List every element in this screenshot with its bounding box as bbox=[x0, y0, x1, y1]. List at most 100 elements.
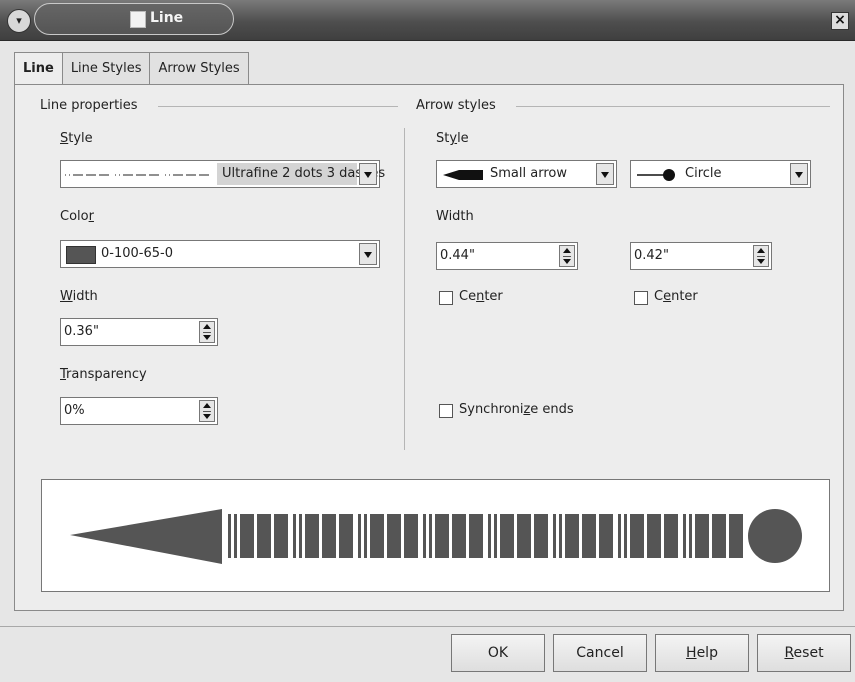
divider bbox=[516, 106, 830, 107]
dash-segment bbox=[452, 514, 466, 558]
dash-segment bbox=[553, 514, 556, 558]
cancel-button[interactable]: Cancel bbox=[553, 634, 647, 672]
dash-segment bbox=[339, 514, 353, 558]
chevron-down-icon[interactable] bbox=[359, 243, 377, 265]
chevron-down-icon[interactable] bbox=[596, 163, 614, 185]
color-swatch bbox=[66, 246, 96, 264]
dash-segment bbox=[582, 514, 596, 558]
window-title: Line bbox=[150, 10, 184, 26]
help-button[interactable]: Help bbox=[655, 634, 749, 672]
dash-segment bbox=[647, 514, 661, 558]
dash-segment bbox=[559, 514, 562, 558]
arrow-width-label: Width bbox=[436, 209, 474, 224]
dash-segment bbox=[517, 514, 531, 558]
dash-segment bbox=[299, 514, 302, 558]
end-arrow-width-field[interactable]: 0.42" bbox=[630, 242, 772, 270]
end-arrow-value: Circle bbox=[685, 166, 722, 181]
dash-segment bbox=[729, 514, 743, 558]
dash-segment bbox=[689, 514, 692, 558]
dash-segment bbox=[240, 514, 254, 558]
dash-segment bbox=[624, 514, 627, 558]
ok-button[interactable]: OK bbox=[451, 634, 545, 672]
dash-segment bbox=[630, 514, 644, 558]
dash-segment bbox=[469, 514, 483, 558]
style-label: Style bbox=[60, 131, 93, 146]
reset-button[interactable]: Reset bbox=[757, 634, 851, 672]
dash-pattern bbox=[228, 514, 743, 558]
dash-segment bbox=[565, 514, 579, 558]
spin-buttons[interactable] bbox=[753, 245, 769, 267]
arrow-styles-title: Arrow styles bbox=[416, 98, 496, 113]
dash-segment bbox=[423, 514, 426, 558]
dash-segment bbox=[274, 514, 288, 558]
edit-icon bbox=[130, 11, 146, 28]
arrow-style-label: Style bbox=[436, 131, 469, 146]
circle-icon bbox=[637, 169, 675, 181]
end-arrow-width-value: 0.42" bbox=[634, 248, 669, 263]
dash-segment bbox=[435, 514, 449, 558]
line-preview bbox=[41, 479, 830, 592]
dash-segment bbox=[257, 514, 271, 558]
start-arrowhead bbox=[70, 509, 222, 564]
chevron-down-icon[interactable] bbox=[359, 163, 377, 185]
transparency-field[interactable]: 0% bbox=[60, 397, 218, 425]
width-label: Width bbox=[60, 289, 98, 304]
dash-segment bbox=[712, 514, 726, 558]
line-width-value: 0.36" bbox=[64, 324, 99, 339]
divider bbox=[158, 106, 398, 107]
dash-segment bbox=[404, 514, 418, 558]
end-center-label: Center bbox=[654, 289, 698, 304]
transparency-value: 0% bbox=[64, 403, 85, 418]
dash-segment bbox=[695, 514, 709, 558]
dash-segment bbox=[293, 514, 296, 558]
title-bar: ▾ Line × bbox=[0, 0, 855, 41]
spin-buttons[interactable] bbox=[559, 245, 575, 267]
dash-segment bbox=[234, 514, 237, 558]
dash-segment bbox=[228, 514, 231, 558]
spin-buttons[interactable] bbox=[199, 400, 215, 422]
line-width-field[interactable]: 0.36" bbox=[60, 318, 218, 346]
end-center-checkbox[interactable] bbox=[634, 291, 648, 305]
color-label: Color bbox=[60, 209, 94, 224]
dash-segment bbox=[599, 514, 613, 558]
dash-segment bbox=[305, 514, 319, 558]
synchronize-ends-checkbox[interactable] bbox=[439, 404, 453, 418]
tab-bar: Line Line Styles Arrow Styles bbox=[14, 52, 249, 86]
line-style-select[interactable]: Ultrafine 2 dots 3 dashes bbox=[60, 160, 385, 188]
transparency-label: Transparency bbox=[60, 367, 147, 382]
start-arrow-width-value: 0.44" bbox=[440, 248, 475, 263]
close-button[interactable]: × bbox=[831, 12, 849, 30]
end-arrow-select[interactable]: Circle bbox=[630, 160, 811, 188]
spin-buttons[interactable] bbox=[199, 321, 215, 343]
small-arrow-icon bbox=[443, 170, 483, 180]
tab-arrow-styles[interactable]: Arrow Styles bbox=[149, 52, 249, 84]
color-value: 0-100-65-0 bbox=[101, 246, 173, 261]
dash-segment bbox=[664, 514, 678, 558]
dash-segment bbox=[494, 514, 497, 558]
window-menu-button[interactable]: ▾ bbox=[7, 9, 31, 33]
dash-segment bbox=[370, 514, 384, 558]
dash-segment bbox=[387, 514, 401, 558]
dash-segment bbox=[683, 514, 686, 558]
start-center-checkbox[interactable] bbox=[439, 291, 453, 305]
tab-line[interactable]: Line bbox=[14, 52, 63, 86]
start-arrow-width-field[interactable]: 0.44" bbox=[436, 242, 578, 270]
start-arrow-value: Small arrow bbox=[490, 166, 567, 181]
dash-segment bbox=[358, 514, 361, 558]
chevron-down-icon[interactable] bbox=[790, 163, 808, 185]
line-style-preview bbox=[65, 174, 215, 176]
dash-segment bbox=[618, 514, 621, 558]
color-select[interactable]: 0-100-65-0 bbox=[60, 240, 380, 268]
line-properties-title: Line properties bbox=[40, 98, 138, 113]
end-circle bbox=[748, 509, 802, 563]
synchronize-ends-label: Synchronize ends bbox=[459, 402, 574, 417]
preview-canvas bbox=[70, 509, 802, 564]
start-center-label: Center bbox=[459, 289, 503, 304]
group-separator bbox=[404, 128, 405, 450]
tab-line-styles[interactable]: Line Styles bbox=[61, 52, 151, 84]
dash-segment bbox=[322, 514, 336, 558]
button-separator bbox=[0, 626, 855, 627]
dash-segment bbox=[488, 514, 491, 558]
start-arrow-select[interactable]: Small arrow bbox=[436, 160, 617, 188]
title-pill: Line bbox=[34, 3, 234, 35]
